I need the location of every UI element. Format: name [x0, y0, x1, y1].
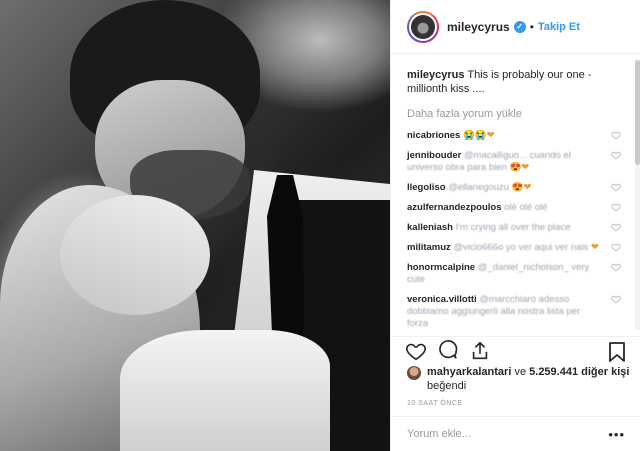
comment-username[interactable]: llegoliso [407, 182, 446, 193]
comment-text: @vicio666o yo ver aqui ver nais [453, 242, 589, 253]
comment-emoji: ❤ [590, 242, 599, 253]
scroll-thumb[interactable] [635, 60, 640, 165]
liker-username[interactable]: mahyarkalantari [427, 366, 511, 378]
comment-icon[interactable] [437, 339, 459, 362]
comments-scrollbar[interactable] [635, 60, 640, 330]
comment-username[interactable]: veronica.villotti [407, 294, 477, 305]
load-more-comments-button[interactable]: Daha fazla yorum yükle [407, 108, 625, 120]
comment-row: llegoliso @ellanegouzu 😍❤ [407, 182, 625, 194]
comment-emoji: 😍❤ [511, 182, 532, 193]
comment-text: olé olé olé [504, 202, 548, 213]
add-comment-bar: ••• [391, 416, 640, 451]
comment-row: honormcalpine @_daniel_nicholson_ very c… [407, 262, 625, 286]
comment-like-icon[interactable] [611, 130, 621, 140]
comment-like-icon[interactable] [611, 294, 621, 304]
likes-suffix: beğendi [427, 380, 467, 392]
comment-like-icon[interactable] [611, 262, 621, 272]
likes-summary: mahyarkalantari ve 5.259.441 diğer kişi … [407, 365, 632, 393]
more-options-icon[interactable]: ••• [608, 427, 625, 442]
comment-row: militamuz @vicio666o yo ver aqui ver nai… [407, 242, 625, 254]
username-link[interactable]: mileycyrus [447, 20, 510, 34]
comment-like-icon[interactable] [611, 150, 621, 160]
comment-row: veronica.villotti @marcchiaro adesso dob… [407, 294, 625, 330]
likes-text: mahyarkalantari ve 5.259.441 diğer kişi … [427, 365, 629, 393]
comment-like-icon[interactable] [611, 222, 621, 232]
comment-username[interactable]: nicabriones [407, 130, 460, 141]
heart-icon[interactable] [405, 340, 427, 362]
photo-detail [60, 195, 210, 315]
post-timestamp[interactable]: 10 saat önce [407, 400, 463, 407]
post-caption: mileycyrus This is probably our one - mi… [407, 68, 625, 96]
comment-like-icon[interactable] [611, 182, 621, 192]
add-comment-input[interactable] [407, 428, 609, 440]
comment-like-icon[interactable] [611, 242, 621, 252]
comment-row: nicabriones 😭😭❤ [407, 130, 625, 142]
comment-like-icon[interactable] [611, 202, 621, 212]
comment-text: @ellanegouzu [448, 182, 510, 193]
comments-list[interactable]: mileycyrus This is probably our one - mi… [391, 54, 640, 334]
bookmark-icon[interactable] [607, 341, 627, 363]
comment-username[interactable]: kalleniash [407, 222, 453, 233]
post-side-panel: mileycyrus ✓ • Takip Et mileycyrus This … [390, 0, 640, 451]
photo-detail [120, 330, 330, 451]
action-bar [391, 336, 640, 364]
comment-text: I'm crying all over the place [455, 222, 571, 233]
comment-row: jennibouder @macalliguo... cuando el uni… [407, 150, 625, 174]
comment-username[interactable]: jennibouder [407, 150, 461, 161]
separator-dot: • [529, 19, 534, 34]
likes-conjunction: ve [514, 366, 527, 378]
verified-badge-icon: ✓ [513, 20, 526, 33]
follow-button[interactable]: Takip Et [538, 21, 580, 33]
comment-username[interactable]: azulfernandezpoulos [407, 202, 501, 213]
comment-emoji: 😭😭❤ [462, 130, 495, 141]
comment-row: azulfernandezpoulos olé olé olé [407, 202, 625, 214]
avatar-image [409, 12, 437, 41]
liker-avatar[interactable] [407, 366, 421, 380]
profile-avatar[interactable] [407, 10, 439, 43]
share-icon[interactable] [469, 340, 491, 362]
comment-username[interactable]: militamuz [407, 242, 451, 253]
post-header: mileycyrus ✓ • Takip Et [391, 0, 640, 54]
comment-username[interactable]: honormcalpine [407, 262, 475, 273]
post-photo[interactable] [0, 0, 390, 451]
comment-row: kalleniash I'm crying all over the place [407, 222, 625, 234]
comment-emoji: 😍❤ [509, 162, 530, 173]
likes-count-link[interactable]: 5.259.441 diğer kişi [529, 366, 629, 378]
caption-username[interactable]: mileycyrus [407, 69, 464, 81]
